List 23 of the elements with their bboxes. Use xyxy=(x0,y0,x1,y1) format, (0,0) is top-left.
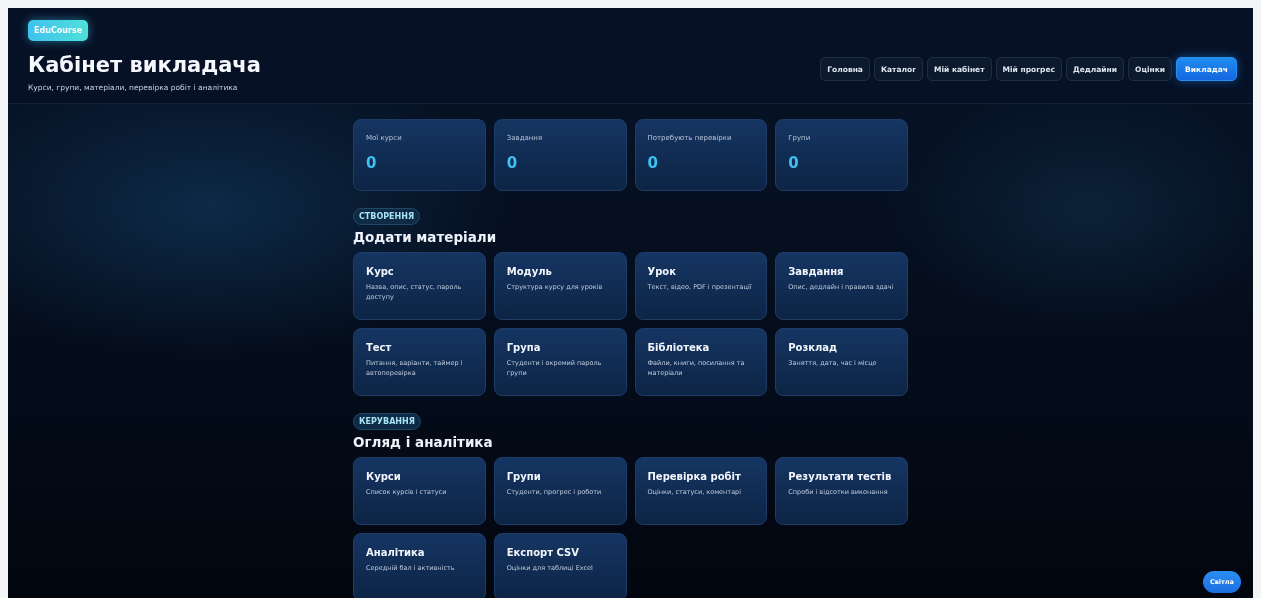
card-title: Бібліотека xyxy=(647,342,711,353)
card-title: Розклад xyxy=(788,342,839,353)
card-title: Завдання xyxy=(788,266,845,277)
section-heading: Додати матеріали xyxy=(353,229,498,245)
card-title: Група xyxy=(506,342,542,353)
card-title: Перевірка робіт xyxy=(647,471,742,482)
card-title: Результати тестів xyxy=(788,471,893,482)
card-title: Аналітика xyxy=(366,547,426,558)
stat-value: 0 xyxy=(788,154,800,172)
stat-value: 0 xyxy=(647,154,659,172)
card-title: Урок xyxy=(647,266,678,277)
section-heading: Огляд і аналітика xyxy=(353,434,494,450)
section-chip: КЕРУВАННЯ xyxy=(353,413,421,430)
page-title: Кабінет викладача xyxy=(28,53,261,77)
card-title: Тест xyxy=(366,342,393,353)
stat-value: 0 xyxy=(506,154,519,172)
card-title: Групи xyxy=(506,471,542,482)
card-title: Курс xyxy=(366,266,395,277)
card-title: Курси xyxy=(366,471,402,482)
card-title: Експорт CSV xyxy=(506,547,580,558)
card-title: Модуль xyxy=(506,266,553,277)
section-chip: СТВОРЕННЯ xyxy=(353,208,421,225)
stat-value: 0 xyxy=(366,154,378,172)
